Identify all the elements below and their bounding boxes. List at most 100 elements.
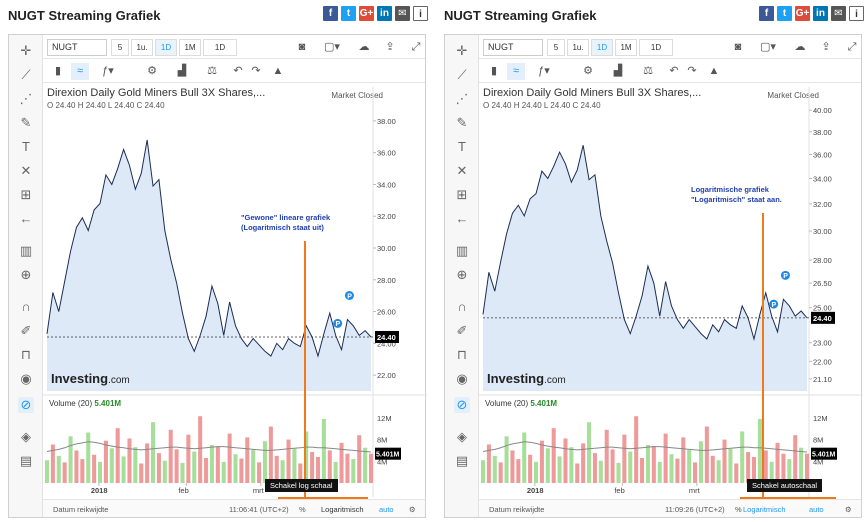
linkedin-icon[interactable]: in (377, 6, 392, 21)
facebook-icon[interactable]: f (323, 6, 338, 21)
volume-bar (645, 445, 650, 483)
google-plus-icon[interactable]: G+ (359, 6, 374, 21)
volume-bar (174, 449, 179, 483)
volume-bar (68, 436, 73, 483)
date-range-button[interactable]: Datum reikwijdte (53, 505, 108, 514)
volume-bar (522, 432, 527, 483)
chart-frame: ✛ ⟋ ⋰ ✎ T ✕ ⊞ ← ▥ ⊕ ∩ ✐ ⊓ ◉ ⊘ ◈ ▤ NUGT 5… (444, 34, 863, 519)
volume-bar (109, 448, 114, 483)
volume-bar (516, 459, 521, 483)
percent-button[interactable]: % (299, 505, 306, 514)
volume-bar (610, 449, 615, 483)
volume-bar (127, 438, 132, 483)
volume-bar (710, 455, 715, 483)
volume-bar (268, 426, 273, 483)
x-tick-label: mrt (253, 486, 265, 495)
x-tick-label: 2018 (91, 486, 108, 495)
volume-bar (793, 435, 798, 483)
y-tick-label: 40.00 (813, 106, 832, 115)
volume-bar (321, 418, 326, 483)
volume-bar (698, 441, 703, 483)
volume-bar (363, 447, 368, 483)
x-tick-label: feb (614, 486, 624, 495)
volume-tick-label: 12M (377, 414, 392, 423)
last-price-label: 24.40 (377, 333, 396, 342)
volume-bar (133, 447, 138, 483)
volume-bar (598, 460, 603, 483)
info-icon[interactable]: i (413, 6, 428, 21)
volume-bar (357, 435, 362, 483)
price-chart[interactable]: 40.00 38.00 36.00 34.00 32.00 30.00 28.00 26.50… (445, 35, 863, 519)
volume-bar (156, 453, 161, 483)
chart-frame: ✛ ⟋ ⋰ ✎ T ✕ ⊞ ← ▥ ⊕ ∩ ✐ ⊓ ◉ ⊘ ◈ ▤ NUGT 5… (8, 34, 427, 519)
mail-icon[interactable]: ✉ (831, 6, 846, 21)
volume-bar (251, 449, 256, 483)
volume-bar (480, 460, 486, 483)
facebook-icon[interactable]: f (759, 6, 774, 21)
volume-bar (704, 426, 709, 483)
volume-bar (139, 463, 144, 483)
google-plus-icon[interactable]: G+ (795, 6, 810, 21)
log-scale-button[interactable]: Logaritmisch (321, 505, 364, 514)
y-tick-label: 34.00 (813, 174, 832, 183)
volume-tick-label: 12M (813, 414, 828, 423)
log-scale-button[interactable]: Logaritmisch (743, 505, 786, 514)
tooltip: Schakel autoschaal (747, 479, 823, 492)
share-icons: f t G+ in ✉ i (323, 6, 428, 21)
event-marker-label: P (335, 321, 340, 328)
annotation-text: Logaritmische grafiek "Logaritmisch" sta… (691, 185, 782, 204)
y-tick-label: 26.50 (813, 279, 832, 288)
volume-bar (44, 460, 50, 483)
linkedin-icon[interactable]: in (813, 6, 828, 21)
info-icon[interactable]: i (849, 6, 864, 21)
annotation-text: "Gewone" lineare grafiek (Logaritmisch s… (241, 213, 331, 232)
y-tick-label: 26.00 (377, 308, 396, 317)
volume-bar (74, 450, 79, 483)
y-tick-label: 28.00 (813, 256, 832, 265)
volume-bar (92, 454, 97, 483)
y-tick-label: 22.00 (377, 371, 396, 380)
bottom-settings-icon[interactable]: ⚙ (409, 505, 416, 514)
percent-button[interactable]: % (735, 505, 742, 514)
volume-bar (634, 416, 639, 483)
tooltip: Schakel log schaal (265, 479, 338, 492)
date-range-button[interactable]: Datum reikwijdte (489, 505, 544, 514)
volume-bar (351, 459, 356, 483)
bottom-bar: Datum reikwijdte 11:06:41 (UTC+2) % Loga… (43, 499, 425, 517)
twitter-icon[interactable]: t (777, 6, 792, 21)
price-chart[interactable]: 38.0036.0034.0032.0030.0028.0026.0024.00… (9, 35, 427, 519)
volume-bar (528, 454, 533, 483)
volume-bar (693, 462, 698, 483)
brand-logo: Investing.com (51, 371, 130, 386)
panel-title: NUGT Streaming Grafiek (8, 8, 161, 23)
volume-bar (180, 462, 185, 483)
y-tick-label: 38.00 (813, 128, 832, 137)
volume-bar (227, 433, 232, 483)
auto-scale-button[interactable]: auto (379, 505, 394, 514)
volume-value-label: 5.401M (812, 452, 836, 459)
volume-bar (262, 441, 267, 483)
y-tick-label: 22.00 (813, 357, 832, 366)
volume-bar (616, 462, 621, 483)
y-tick-label: 21.10 (813, 375, 832, 384)
volume-bar (115, 428, 120, 483)
twitter-icon[interactable]: t (341, 6, 356, 21)
x-tick-label: mrt (689, 486, 701, 495)
auto-scale-button[interactable]: auto (809, 505, 824, 514)
volume-bar (162, 460, 167, 483)
volume-tick-label: 8M (813, 436, 823, 445)
y-tick-label: 38.00 (377, 117, 396, 126)
time-display: 11:09:26 (UTC+2) (665, 505, 725, 514)
volume-bar (221, 461, 226, 483)
volume-bar (368, 453, 374, 483)
volume-bar (740, 431, 745, 483)
volume-bar (681, 437, 686, 483)
volume-bar (97, 461, 103, 483)
chart-panel-linear: NUGT Streaming Grafiek f t G+ in ✉ i ✛ ⟋… (0, 0, 430, 522)
mail-icon[interactable]: ✉ (395, 6, 410, 21)
volume-bar (292, 448, 297, 483)
bottom-settings-icon[interactable]: ⚙ (845, 505, 852, 514)
volume-bar (716, 460, 721, 483)
volume-bar (734, 463, 739, 483)
event-marker-label: P (783, 273, 788, 280)
